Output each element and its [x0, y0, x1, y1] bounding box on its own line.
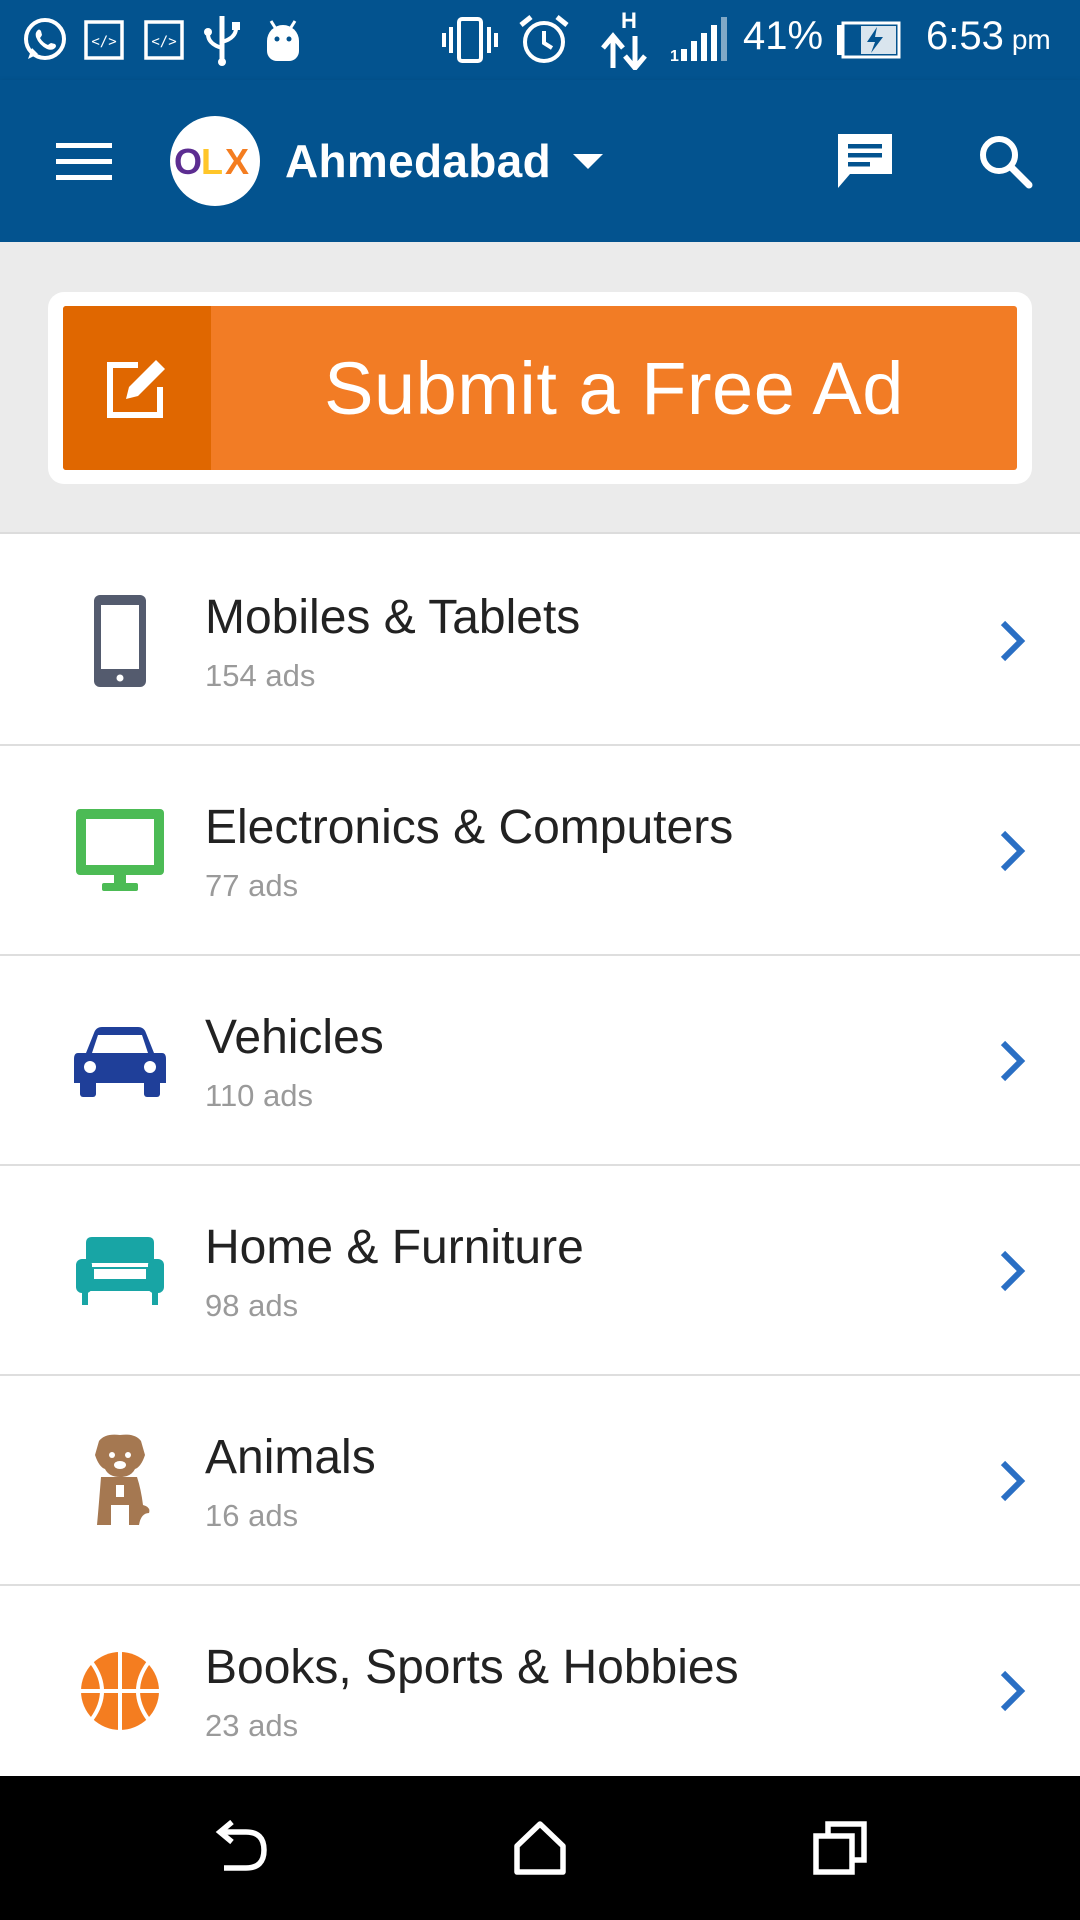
- category-row-animals[interactable]: Animals 16 ads: [0, 1376, 1080, 1586]
- car-icon: [62, 1011, 178, 1111]
- svg-text:O: O: [174, 141, 202, 181]
- category-count: 23 ads: [205, 1708, 299, 1743]
- vibrate-icon: [440, 10, 500, 70]
- alarm-icon: [516, 10, 572, 70]
- city-selector[interactable]: Ahmedabad: [285, 122, 603, 200]
- code-icon: </>: [142, 10, 186, 70]
- data-transfer-icon: H: [598, 10, 650, 70]
- chevron-right-icon: [990, 1666, 1034, 1716]
- category-row-books-sports-hobbies[interactable]: Books, Sports & Hobbies 23 ads: [0, 1586, 1080, 1796]
- chevron-right-icon: [990, 1456, 1034, 1506]
- status-bar: </> </> H 1 41% 6:53 pm: [0, 0, 1080, 80]
- whatsapp-icon: [18, 10, 72, 70]
- submit-free-ad-button[interactable]: Submit a Free Ad: [63, 306, 1017, 470]
- svg-text:1: 1: [670, 48, 679, 65]
- edit-icon: [107, 360, 165, 418]
- category-count: 98 ads: [205, 1288, 299, 1323]
- category-title: Home & Furniture: [205, 1221, 584, 1274]
- back-icon: [215, 1820, 267, 1871]
- usb-icon: [200, 10, 244, 70]
- category-title: Mobiles & Tablets: [205, 591, 581, 644]
- battery-percent: 41%: [743, 14, 824, 58]
- category-row-mobiles[interactable]: Mobiles & Tablets 154 ads: [0, 536, 1080, 746]
- home-icon: [514, 1821, 566, 1875]
- chevron-right-icon: [990, 1036, 1034, 1086]
- chevron-down-icon: [572, 153, 603, 169]
- dog-icon: [62, 1431, 178, 1531]
- category-row-electronics[interactable]: Electronics & Computers 77 ads: [0, 746, 1080, 956]
- menu-button[interactable]: [42, 122, 126, 200]
- battery-charging-icon: [834, 10, 904, 70]
- category-count: 77 ads: [205, 868, 299, 903]
- mobile-icon: [62, 591, 178, 691]
- category-count: 16 ads: [205, 1498, 299, 1533]
- category-count: 110 ads: [205, 1078, 314, 1113]
- chevron-right-icon: [990, 616, 1034, 666]
- olx-logo-mark: O L X: [174, 141, 249, 181]
- olx-logo[interactable]: O L X: [170, 116, 260, 206]
- svg-text:L: L: [201, 141, 223, 181]
- category-title: Vehicles: [205, 1011, 384, 1064]
- submit-card: Submit a Free Ad: [48, 292, 1032, 484]
- chevron-right-icon: [990, 1246, 1034, 1296]
- chat-icon: [838, 134, 892, 188]
- app-bar: O L X Ahmedabad: [0, 80, 1080, 242]
- category-row-vehicles[interactable]: Vehicles 110 ads: [0, 956, 1080, 1166]
- category-title: Animals: [205, 1431, 376, 1484]
- menu-icon: [56, 143, 112, 180]
- submit-icon-box: [63, 306, 211, 470]
- category-count: 154 ads: [205, 658, 316, 693]
- clock-time: 6:53: [926, 14, 1004, 58]
- category-list: Mobiles & Tablets 154 ads Electronics & …: [0, 536, 1080, 1796]
- back-button[interactable]: [190, 1808, 290, 1888]
- monitor-icon: [62, 801, 178, 901]
- clock-suffix: pm: [1011, 24, 1051, 55]
- category-row-home-furniture[interactable]: Home & Furniture 98 ads: [0, 1166, 1080, 1376]
- city-name: Ahmedabad: [285, 135, 551, 187]
- android-icon: [258, 10, 308, 70]
- svg-text:H: H: [621, 10, 637, 33]
- search-icon: [980, 136, 1033, 189]
- svg-text:</>: </>: [91, 34, 116, 50]
- submit-area: Submit a Free Ad: [0, 242, 1080, 534]
- recents-button[interactable]: [790, 1808, 890, 1888]
- signal-icon: 1: [668, 10, 730, 70]
- category-title: Electronics & Computers: [205, 801, 734, 854]
- category-title: Books, Sports & Hobbies: [205, 1641, 739, 1694]
- home-button[interactable]: [490, 1808, 590, 1888]
- search-button[interactable]: [960, 122, 1050, 200]
- code-icon: </>: [82, 10, 126, 70]
- svg-text:</>: </>: [151, 34, 176, 50]
- chevron-right-icon: [990, 826, 1034, 876]
- submit-label: Submit a Free Ad: [324, 346, 904, 430]
- chat-button[interactable]: [820, 122, 910, 200]
- system-nav-bar: [0, 1776, 1080, 1920]
- sofa-icon: [62, 1221, 178, 1321]
- basketball-icon: [62, 1641, 178, 1741]
- svg-text:X: X: [225, 141, 249, 181]
- recents-icon: [813, 1821, 867, 1875]
